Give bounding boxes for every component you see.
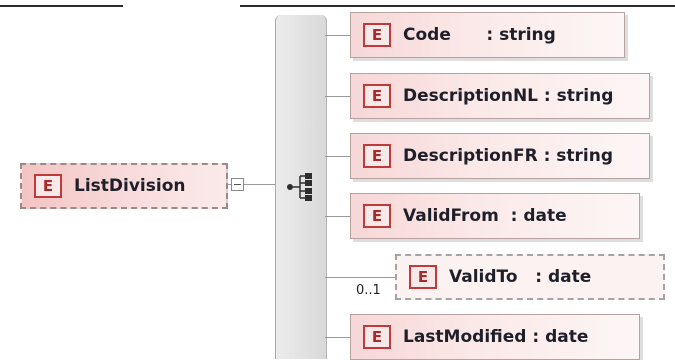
element-descriptionfr[interactable]: E DescriptionFR : string — [350, 133, 650, 179]
element-label: LastModified : date — [403, 327, 589, 347]
branch-line — [325, 277, 395, 278]
sequence-compositor-icon[interactable] — [286, 170, 318, 204]
element-type-icon: E — [363, 325, 391, 349]
branch-line — [325, 216, 350, 217]
element-code[interactable]: E Code : string — [350, 12, 625, 58]
occurrence-label: 0..1 — [356, 283, 381, 298]
element-type-icon: E — [409, 265, 437, 289]
branch-line — [325, 35, 350, 36]
element-descriptionnl[interactable]: E DescriptionNL : string — [350, 73, 650, 119]
element-type-icon: E — [363, 144, 391, 168]
connector-line — [228, 184, 231, 185]
element-type-icon: E — [363, 204, 391, 228]
element-lastmodified[interactable]: E LastModified : date — [350, 314, 640, 360]
root-element-label: ListDivision — [74, 176, 186, 196]
branch-line — [325, 156, 350, 157]
root-element-listdivision[interactable]: E ListDivision — [20, 163, 228, 209]
element-label: Code : string — [403, 25, 556, 45]
top-divider-right — [240, 5, 675, 7]
branch-line — [325, 337, 350, 338]
element-label: DescriptionFR : string — [403, 146, 614, 166]
top-divider-left — [0, 5, 123, 7]
element-label: ValidFrom : date — [403, 206, 567, 226]
element-label: ValidTo : date — [449, 267, 592, 287]
collapse-toggle-icon[interactable] — [231, 178, 244, 191]
element-label: DescriptionNL : string — [403, 86, 614, 106]
element-type-icon: E — [34, 174, 62, 198]
element-type-icon: E — [363, 23, 391, 47]
element-validfrom[interactable]: E ValidFrom : date — [350, 193, 640, 239]
branch-line — [325, 96, 350, 97]
element-validto[interactable]: E ValidTo : date — [395, 254, 665, 300]
element-type-icon: E — [363, 84, 391, 108]
